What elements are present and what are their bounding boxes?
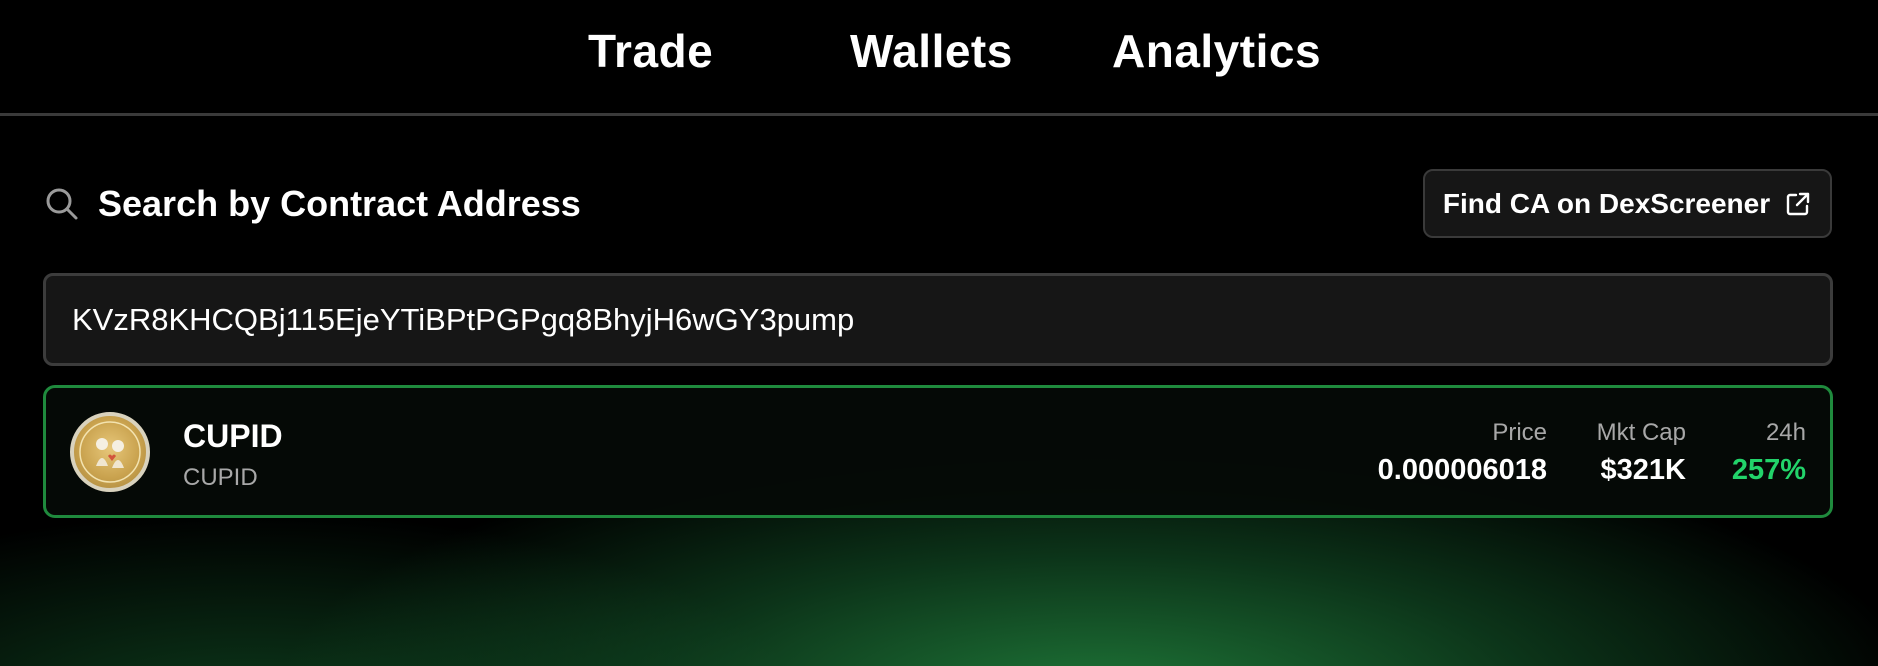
token-avatar: [70, 412, 150, 492]
price-label: Price: [1492, 419, 1547, 446]
token-symbol: CUPID: [183, 464, 258, 491]
market-cap-label: Mkt Cap: [1596, 419, 1686, 446]
price-stat: Price 0.000006018: [1378, 418, 1547, 490]
search-icon: [44, 186, 80, 222]
search-header: Search by Contract Address: [44, 180, 581, 228]
change-24h-label: 24h: [1765, 419, 1806, 446]
price-value: 0.000006018: [1377, 454, 1547, 486]
find-ca-button-label: Find CA on DexScreener: [1442, 187, 1771, 219]
page: Trade Wallets Analytics Search by Contra…: [0, 0, 1878, 666]
contract-address-input[interactable]: [43, 273, 1833, 366]
find-ca-dexscreener-button[interactable]: Find CA on DexScreener: [1423, 169, 1832, 238]
market-cap-stat: Mkt Cap $321K: [1597, 418, 1686, 490]
tab-trade[interactable]: Trade: [588, 24, 713, 78]
token-result-row[interactable]: CUPID CUPID Price 0.000006018 Mkt Cap $3…: [43, 385, 1833, 518]
top-nav: Trade Wallets Analytics: [0, 0, 1878, 116]
market-cap-value: $321K: [1600, 454, 1686, 486]
tab-analytics[interactable]: Analytics: [1112, 24, 1321, 78]
search-title: Search by Contract Address: [98, 183, 581, 224]
change-24h-value: 257%: [1731, 454, 1806, 486]
external-link-icon: [1784, 190, 1812, 218]
token-name: CUPID: [183, 418, 283, 454]
change-24h-stat: 24h 257%: [1732, 418, 1806, 490]
tab-wallets[interactable]: Wallets: [850, 24, 1013, 78]
